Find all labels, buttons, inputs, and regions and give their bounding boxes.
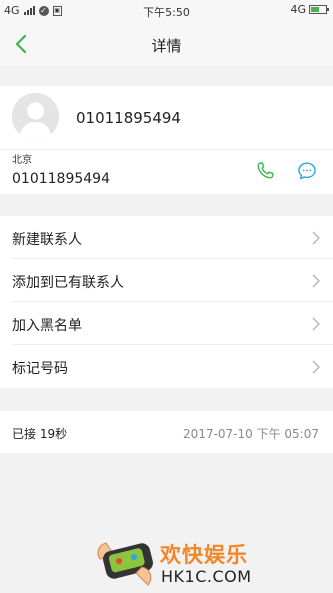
menu-item-label: 添加到已有联系人 xyxy=(12,275,124,291)
watermark-title: 欢快娱乐 xyxy=(160,543,248,567)
chevron-right-icon xyxy=(312,231,320,245)
menu-item-add-to-existing[interactable]: 添加到已有联系人 xyxy=(0,259,333,302)
menu-item-new-contact[interactable]: 新建联系人 xyxy=(0,216,333,259)
location-label: 北京 xyxy=(12,155,32,166)
status-right: 4G xyxy=(290,3,329,16)
chevron-right-icon xyxy=(312,360,320,374)
action-menu: 新建联系人 添加到已有联系人 加入黑名单 标记号码 xyxy=(0,216,333,388)
status-time: 下午5:50 xyxy=(143,6,190,19)
call-button[interactable] xyxy=(254,160,276,182)
menu-item-label: 加入黑名单 xyxy=(12,318,82,334)
menu-item-mark-number[interactable]: 标记号码 xyxy=(0,345,333,388)
page-title: 详情 xyxy=(151,37,182,55)
call-status: 已接 19秒 xyxy=(12,427,68,441)
call-datetime: 2017-07-10 下午 05:07 xyxy=(183,427,319,441)
message-button[interactable] xyxy=(296,160,318,182)
chevron-right-icon xyxy=(312,274,320,288)
battery-icon xyxy=(309,5,329,14)
phone-icon xyxy=(257,162,274,179)
status-bar: 4G ✓ ▣ 下午5:50 4G xyxy=(0,0,333,22)
avatar xyxy=(12,93,59,140)
network-label-right: 4G xyxy=(290,3,306,16)
message-icon xyxy=(298,162,316,180)
battery-fill xyxy=(311,7,319,12)
watermark-domain: HK1C.COM xyxy=(161,567,252,586)
top-bar: 详情 xyxy=(0,22,333,66)
contact-number: 01011895494 xyxy=(76,109,181,127)
menu-item-label: 标记号码 xyxy=(12,361,68,377)
divider xyxy=(0,149,333,150)
person-icon xyxy=(12,93,59,140)
menu-item-blacklist[interactable]: 加入黑名单 xyxy=(0,302,333,345)
menu-item-label: 新建联系人 xyxy=(12,232,82,248)
chevron-right-icon xyxy=(312,317,320,331)
call-log-entry[interactable]: 已接 19秒 2017-07-10 下午 05:07 xyxy=(0,411,333,453)
phone-number: 01011895494 xyxy=(12,171,110,187)
